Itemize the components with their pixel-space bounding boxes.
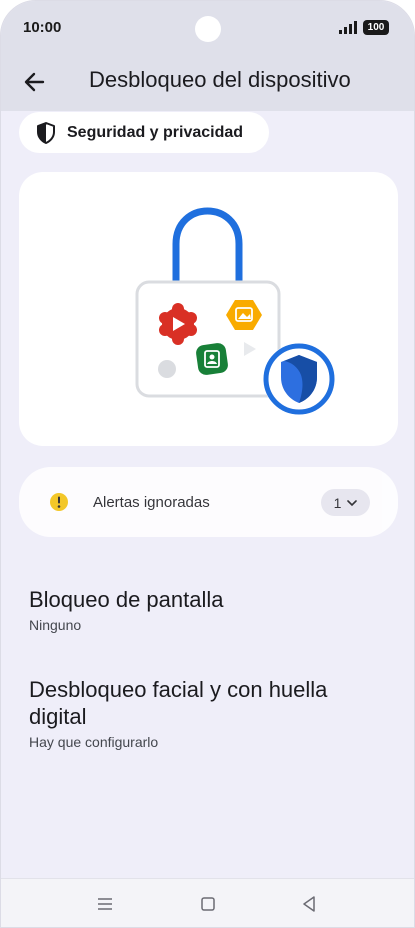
signal-icon: [339, 21, 357, 34]
illustration-card: [19, 172, 398, 446]
alert-count-dropdown[interactable]: 1: [321, 489, 370, 516]
chip-label: Seguridad y privacidad: [67, 123, 244, 141]
navigation-bar: [1, 878, 414, 927]
status-time: 10:00: [23, 19, 62, 36]
battery-icon: 100: [363, 20, 389, 35]
home-button[interactable]: [197, 893, 219, 915]
ignored-alerts-label: Alertas ignoradas: [93, 494, 210, 511]
lock-illustration: [135, 207, 335, 415]
setting-title: Bloqueo de pantalla: [29, 587, 224, 612]
recent-apps-button[interactable]: [94, 893, 116, 915]
contact-badge-icon: [196, 343, 228, 375]
phone-screen: 10:00 100 Desbloqueo del dispositivo Seg…: [0, 0, 415, 928]
ignored-alerts-card[interactable]: Alertas ignoradas 1: [19, 467, 398, 537]
setting-title: Desbloqueo facial y con huella digital: [29, 677, 328, 729]
security-privacy-chip[interactable]: Seguridad y privacidad: [19, 112, 269, 153]
shield-badge-icon: [263, 343, 335, 415]
page-title: Desbloqueo del dispositivo: [89, 67, 351, 92]
square-icon: [201, 897, 215, 911]
arrow-left-icon: [24, 72, 45, 92]
face-fingerprint-unlock-setting[interactable]: Desbloqueo facial y con huella digital H…: [29, 676, 389, 750]
setting-subtitle: Ninguno: [29, 617, 82, 633]
alert-count: 1: [333, 494, 342, 511]
app-bar: Desbloqueo del dispositivo: [1, 55, 414, 111]
back-button[interactable]: [17, 65, 51, 99]
setting-subtitle: Hay que configurarlo: [29, 734, 159, 750]
warning-icon: [50, 493, 68, 511]
back-nav-button[interactable]: [298, 893, 320, 915]
status-bar: 10:00 100: [1, 1, 414, 55]
triangle-back-icon: [303, 896, 315, 912]
front-camera: [195, 16, 221, 42]
shield-icon: [37, 121, 55, 144]
menu-icon: [98, 898, 112, 910]
chevron-down-icon: [347, 499, 358, 506]
screen-lock-setting[interactable]: Bloqueo de pantalla Ninguno: [29, 586, 389, 633]
